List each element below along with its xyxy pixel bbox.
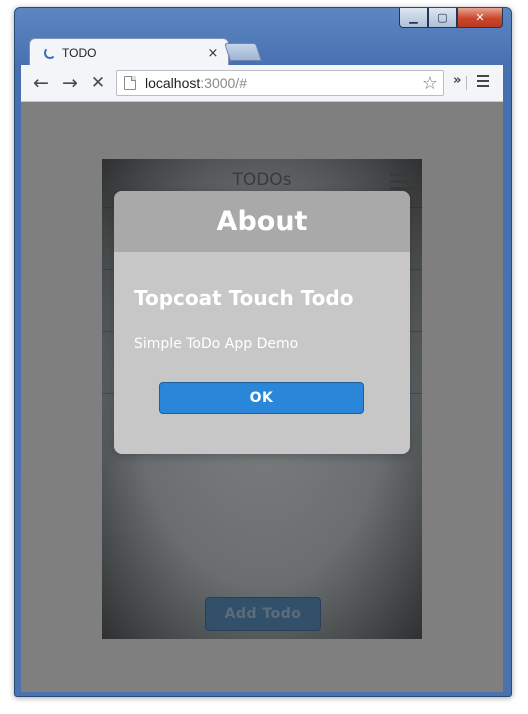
close-window-button[interactable]: ✕: [457, 8, 503, 28]
tab-title: TODO: [62, 46, 97, 60]
dialog-heading: Topcoat Touch Todo: [134, 286, 354, 310]
app-title: TODOs: [232, 170, 292, 190]
about-dialog: About Topcoat Touch Todo Simple ToDo App…: [114, 191, 410, 454]
browser-toolbar: ← → ✕ localhost:3000/# ☆ »: [21, 65, 503, 102]
address-bar[interactable]: localhost:3000/# ☆: [116, 70, 444, 96]
dialog-title: About: [216, 206, 308, 237]
dialog-header: About: [114, 191, 410, 252]
url-text[interactable]: localhost:3000/#: [145, 75, 419, 91]
browser-tab[interactable]: TODO ×: [29, 38, 229, 67]
back-arrow-icon[interactable]: ←: [29, 71, 53, 95]
url-host: localhost: [145, 75, 201, 91]
add-todo-button[interactable]: Add Todo: [205, 597, 321, 631]
forward-arrow-icon[interactable]: →: [58, 71, 82, 95]
stop-icon[interactable]: ✕: [86, 71, 110, 95]
ok-button[interactable]: OK: [159, 382, 364, 414]
browser-menu-icon[interactable]: [477, 75, 489, 90]
dialog-text: Simple ToDo App Demo: [134, 336, 299, 352]
url-path: :3000/#: [200, 75, 247, 91]
tab-close-icon[interactable]: ×: [206, 46, 220, 61]
toolbar-divider: [466, 76, 467, 90]
loading-spinner-icon: [44, 47, 56, 59]
bookmark-star-icon[interactable]: ☆: [419, 73, 441, 94]
maximize-button[interactable]: ▢: [428, 8, 457, 28]
page-icon: [124, 76, 136, 90]
browser-window: ▁ ▢ ✕ TODO × ← → ✕ localhost:3000/# ☆ » …: [14, 7, 512, 697]
page-viewport: TODOs Add Todo About Topcoat Touch Todo …: [21, 102, 503, 692]
extensions-chevron-icon[interactable]: »: [453, 73, 461, 88]
window-controls: ▁ ▢ ✕: [399, 8, 503, 29]
minimize-button[interactable]: ▁: [399, 8, 428, 28]
new-tab-button[interactable]: [224, 43, 262, 61]
